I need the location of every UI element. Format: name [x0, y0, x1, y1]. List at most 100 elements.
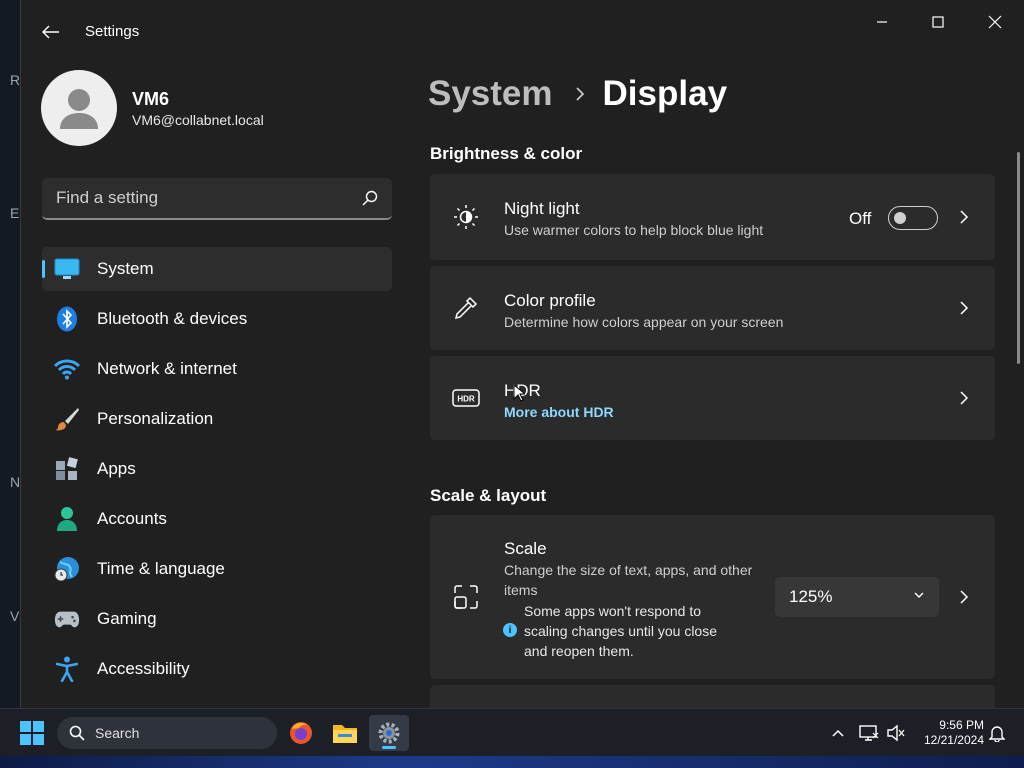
globe-clock-icon — [54, 556, 80, 582]
sidebar-item-label: Bluetooth & devices — [97, 309, 248, 328]
maximize-button[interactable] — [915, 8, 961, 36]
apps-icon — [54, 456, 80, 482]
sidebar-item-label: System — [97, 259, 154, 278]
night-light-toggle[interactable] — [888, 206, 938, 230]
night-light-card[interactable]: Night light Use warmer colors to help bl… — [430, 174, 995, 260]
section-title-scale-layout: Scale & layout — [430, 486, 547, 505]
minimize-icon — [877, 21, 887, 23]
avatar[interactable] — [41, 70, 117, 146]
scale-dropdown[interactable]: 125% — [775, 577, 939, 617]
sidebar-item-system[interactable]: System — [42, 247, 392, 291]
chevron-right-icon[interactable] — [953, 297, 975, 319]
brightness-sun-icon — [452, 203, 480, 231]
desktop-fragment: E — [10, 205, 20, 221]
sidebar-item-label: Apps — [97, 459, 136, 478]
sidebar-item-label: Network & internet — [97, 359, 237, 378]
sidebar-item-label: Gaming — [97, 609, 157, 628]
clock-time: 9:56 PM — [939, 718, 984, 732]
person-silhouette-icon — [60, 89, 98, 129]
more-about-hdr-link[interactable]: More about HDR — [504, 404, 614, 420]
windows-logo-icon — [20, 734, 31, 745]
settings-taskbar-button[interactable] — [369, 715, 409, 751]
chevron-right-icon[interactable] — [953, 387, 975, 409]
sidebar-item-accessibility[interactable]: Accessibility — [42, 647, 392, 691]
hdr-card[interactable]: HDR HDR More about HDR — [430, 356, 995, 440]
scale-title: Scale — [504, 539, 547, 558]
desktop-fragment: N — [10, 474, 21, 490]
desktop-background: R E N V — [0, 0, 22, 708]
scale-card[interactable]: Scale Change the size of text, apps, and… — [430, 515, 995, 679]
maximize-icon — [932, 16, 944, 28]
bluetooth-icon — [54, 306, 80, 332]
sidebar-item-gaming[interactable]: Gaming — [42, 597, 392, 641]
title-bar: Settings — [21, 0, 1024, 62]
toggle-knob — [894, 212, 906, 224]
accessibility-icon — [54, 656, 80, 682]
sidebar-item-label: Time & language — [97, 559, 225, 578]
close-icon — [988, 15, 1002, 29]
gamepad-icon — [54, 606, 80, 632]
network-monitor-icon[interactable] — [859, 723, 879, 743]
file-explorer-taskbar-button[interactable] — [325, 715, 365, 751]
monitor-icon — [54, 256, 80, 282]
taskbar-search[interactable]: Search — [57, 717, 277, 749]
folder-icon — [333, 725, 357, 743]
color-profile-card[interactable]: Color profile Determine how colors appea… — [430, 266, 995, 350]
person-icon — [54, 506, 80, 532]
chevron-right-icon[interactable] — [953, 206, 975, 228]
windows-logo-icon — [33, 721, 44, 732]
taskbar: Search 9:56 PM 12/21/2024 — [0, 708, 1024, 756]
search-box[interactable] — [42, 178, 392, 220]
scrollbar[interactable] — [1017, 152, 1020, 364]
chevron-right-icon — [575, 86, 585, 102]
profile-email: VM6@collabnet.local — [132, 112, 264, 128]
brush-icon — [54, 406, 80, 432]
minimize-button[interactable] — [859, 8, 905, 36]
sidebar-item-apps[interactable]: Apps — [42, 447, 392, 491]
desktop-fragment: V — [10, 608, 20, 624]
app-title: Settings — [85, 23, 140, 40]
mouse-cursor-icon — [513, 384, 525, 402]
gear-icon — [378, 722, 400, 744]
sidebar-item-personalization[interactable]: Personalization — [42, 397, 392, 441]
sidebar-item-label: Personalization — [97, 409, 214, 428]
scale-desc: Change the size of text, apps, and other… — [504, 562, 753, 598]
sidebar-nav: System Bluetooth & devices Network & int… — [42, 247, 392, 697]
info-icon: i — [503, 623, 517, 637]
chevron-down-icon — [914, 592, 924, 598]
section-title-brightness: Brightness & color — [430, 144, 583, 163]
desktop-wallpaper-strip — [0, 756, 1024, 768]
chevron-up-icon[interactable] — [828, 723, 848, 743]
search-icon — [69, 725, 85, 741]
taskbar-clock[interactable]: 9:56 PM 12/21/2024 — [914, 718, 984, 748]
sidebar-item-network[interactable]: Network & internet — [42, 347, 392, 391]
wifi-icon — [54, 356, 80, 382]
sidebar-item-accounts[interactable]: Accounts — [42, 497, 392, 541]
svg-text:HDR: HDR — [457, 395, 475, 404]
start-button[interactable] — [20, 721, 44, 745]
color-profile-title: Color profile — [504, 291, 596, 310]
hdr-icon: HDR — [452, 384, 480, 412]
bell-icon[interactable] — [987, 723, 1007, 743]
chevron-right-icon[interactable] — [953, 586, 975, 608]
search-icon[interactable] — [362, 190, 378, 206]
next-setting-card[interactable] — [430, 685, 995, 708]
sidebar-item-time-language[interactable]: Time & language — [42, 547, 392, 591]
eyedropper-icon — [452, 294, 480, 322]
scale-resize-icon — [452, 583, 480, 611]
close-button[interactable] — [972, 8, 1018, 36]
breadcrumb-parent[interactable]: System — [428, 74, 553, 114]
speaker-muted-icon[interactable] — [886, 723, 906, 743]
firefox-taskbar-button[interactable] — [281, 715, 321, 751]
clock-date: 12/21/2024 — [923, 733, 984, 747]
scale-info-text: Some apps won't respond to scaling chang… — [524, 603, 718, 659]
taskbar-search-label: Search — [95, 725, 140, 741]
search-input[interactable] — [56, 188, 346, 208]
settings-window: Settings VM6 VM6@collabnet.local Find a … — [20, 0, 1024, 708]
back-button[interactable] — [39, 20, 63, 44]
sidebar-item-bluetooth[interactable]: Bluetooth & devices — [42, 297, 392, 341]
sidebar-item-label: Accessibility — [97, 659, 190, 678]
sidebar-item-label: Accounts — [97, 509, 167, 528]
windows-logo-icon — [20, 721, 31, 732]
breadcrumb: System Display — [428, 74, 727, 114]
